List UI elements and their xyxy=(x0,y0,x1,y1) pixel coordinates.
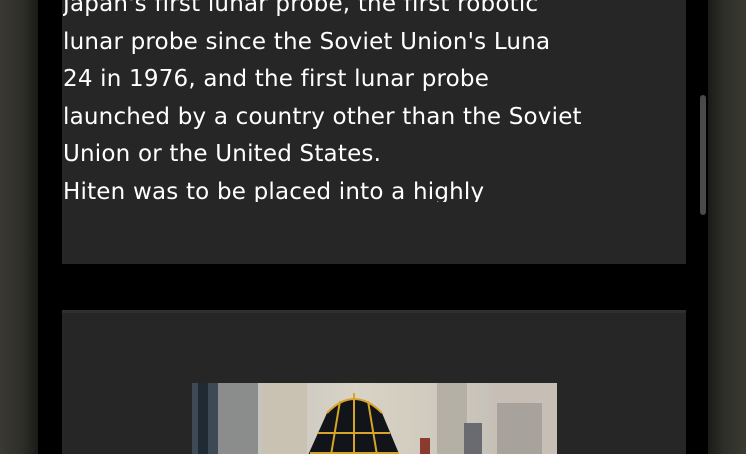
article-line: Hiten was to be placed into a highly xyxy=(63,178,485,203)
article-line: Japan's first lunar probe, the first rob… xyxy=(63,0,539,17)
vertical-scrollbar[interactable] xyxy=(700,95,706,215)
article-body: Japan's first lunar probe, the first rob… xyxy=(63,0,583,202)
spacecraft-photo xyxy=(192,383,557,454)
article-line: 24 in 1976, and the first lunar probe xyxy=(63,66,490,92)
spacecraft-photo-svg xyxy=(192,383,557,454)
article-line: lunar probe since the Soviet Union's Lun… xyxy=(63,28,551,55)
device-bezel-left xyxy=(0,0,38,454)
article-image-card xyxy=(62,310,686,454)
article-line: Union or the United States. xyxy=(63,141,382,167)
article-line: launched by a country other than the Sov… xyxy=(63,103,582,130)
device-bezel-right xyxy=(708,0,746,454)
app-window: Japan's first lunar probe, the first rob… xyxy=(0,0,746,454)
